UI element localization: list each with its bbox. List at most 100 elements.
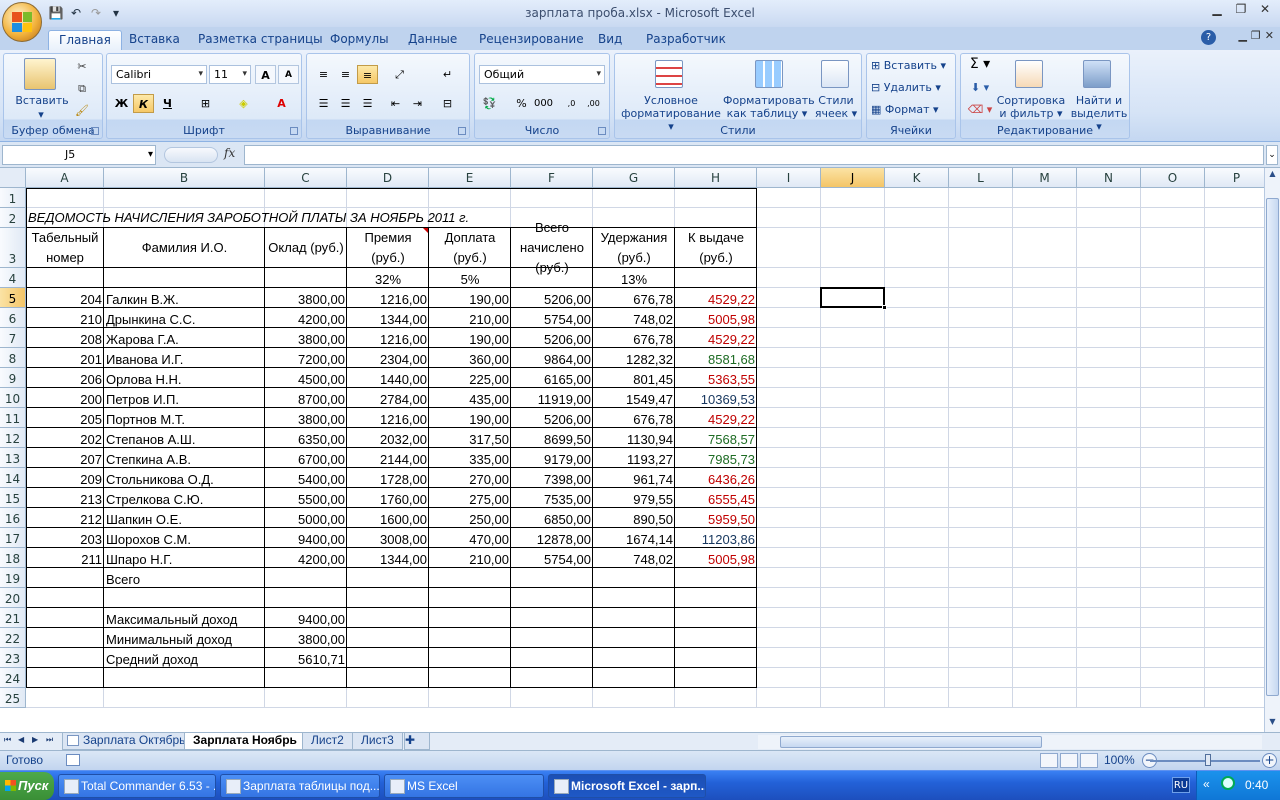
paste-icon[interactable] — [24, 58, 56, 90]
column-header-b[interactable]: B — [104, 168, 265, 188]
employee-id[interactable]: 202 — [26, 428, 104, 448]
employee-premium[interactable]: 3008,00 — [347, 528, 429, 548]
summary-label[interactable]: Минимальный доход — [104, 628, 265, 648]
row-header-25[interactable]: 25 — [0, 688, 26, 708]
column-header-m[interactable]: M — [1013, 168, 1077, 188]
column-header-d[interactable]: D — [347, 168, 429, 188]
tray-expand-icon[interactable]: « — [1203, 777, 1210, 791]
employee-payout[interactable]: 6555,45 — [675, 488, 757, 508]
summary-value[interactable]: 9400,00 — [265, 608, 347, 628]
row-header-23[interactable]: 23 — [0, 648, 26, 668]
employee-total[interactable]: 5206,00 — [511, 288, 593, 308]
employee-id[interactable]: 205 — [26, 408, 104, 428]
employee-premium[interactable]: 2304,00 — [347, 348, 429, 368]
row-header-13[interactable]: 13 — [0, 448, 26, 468]
first-sheet-icon[interactable]: ⏮ — [4, 735, 11, 745]
employee-premium[interactable]: 2784,00 — [347, 388, 429, 408]
employee-id[interactable]: 206 — [26, 368, 104, 388]
close-icon[interactable]: ✕ — [1254, 2, 1276, 20]
employee-deduction[interactable]: 676,78 — [593, 288, 675, 308]
employee-bonus[interactable]: 270,00 — [429, 468, 511, 488]
employee-payout[interactable]: 5005,98 — [675, 308, 757, 328]
fill-handle[interactable] — [882, 305, 887, 310]
insert-cells-button[interactable]: ⊞ Вставить ▾ — [871, 59, 955, 72]
scroll-down-icon[interactable]: ▼ — [1266, 717, 1279, 731]
summary-value[interactable]: 3800,00 — [265, 628, 347, 648]
zoom-slider-thumb[interactable] — [1205, 754, 1211, 766]
employee-deduction[interactable]: 1674,14 — [593, 528, 675, 548]
employee-salary[interactable]: 8700,00 — [265, 388, 347, 408]
task-microsoft-excel[interactable]: Microsoft Excel - зарп... — [548, 774, 706, 798]
sheet-title[interactable]: ВЕДОМОСТЬ НАЧИСЛЕНИЯ ЗАРОБОТНОЙ ПЛАТЫ ЗА… — [26, 208, 726, 228]
page-break-view-icon[interactable] — [1080, 753, 1098, 768]
employee-total[interactable]: 7398,00 — [511, 468, 593, 488]
employee-total[interactable]: 6165,00 — [511, 368, 593, 388]
employee-premium[interactable]: 2032,00 — [347, 428, 429, 448]
employee-bonus[interactable]: 190,00 — [429, 408, 511, 428]
employee-bonus[interactable]: 275,00 — [429, 488, 511, 508]
employee-salary[interactable]: 3800,00 — [265, 408, 347, 428]
employee-name[interactable]: Степкина А.В. — [104, 448, 265, 468]
copy-icon[interactable]: ⧉ — [74, 82, 90, 95]
employee-payout[interactable]: 4529,22 — [675, 328, 757, 348]
increase-decimal-icon[interactable]: ,0 — [561, 94, 582, 113]
column-header-p[interactable]: P — [1205, 168, 1264, 188]
employee-total[interactable]: 9864,00 — [511, 348, 593, 368]
employee-name[interactable]: Степанов А.Ш. — [104, 428, 265, 448]
employee-salary[interactable]: 5000,00 — [265, 508, 347, 528]
column-header-f[interactable]: F — [511, 168, 593, 188]
clear-icon[interactable]: ⌫ ▾ — [967, 103, 993, 116]
vertical-scroll-thumb[interactable] — [1266, 198, 1279, 696]
office-button[interactable] — [2, 2, 42, 42]
employee-name[interactable]: Дрынкина С.С. — [104, 308, 265, 328]
employee-premium[interactable]: 1216,00 — [347, 288, 429, 308]
employee-bonus[interactable]: 435,00 — [429, 388, 511, 408]
increase-font-icon[interactable]: A — [255, 65, 276, 84]
orientation-icon[interactable]: ⤢ — [389, 65, 410, 84]
format-as-table-button[interactable]: Форматировать как таблицу ▾ — [723, 94, 815, 120]
summary-value[interactable]: 5610,71 — [265, 648, 347, 668]
employee-payout[interactable]: 4529,22 — [675, 288, 757, 308]
format-cells-button[interactable]: ▦ Формат ▾ — [871, 103, 955, 116]
tab-formulas[interactable]: Формулы — [320, 30, 399, 50]
employee-total[interactable]: 7535,00 — [511, 488, 593, 508]
employee-name[interactable]: Петров И.П. — [104, 388, 265, 408]
format-as-table-icon[interactable] — [755, 60, 783, 88]
row-header-11[interactable]: 11 — [0, 408, 26, 428]
employee-name[interactable]: Портнов М.Т. — [104, 408, 265, 428]
fill-color-icon[interactable]: ◈ — [233, 94, 254, 113]
sheet-tab-november[interactable]: Зарплата Ноябрь — [184, 733, 306, 750]
summary-label[interactable]: Максимальный доход — [104, 608, 265, 628]
header-cell[interactable]: Фамилия И.О. — [104, 228, 265, 268]
tab-insert[interactable]: Вставка — [119, 30, 190, 50]
row-header-24[interactable]: 24 — [0, 668, 26, 688]
delete-cells-button[interactable]: ⊟ Удалить ▾ — [871, 81, 955, 94]
employee-deduction[interactable]: 748,02 — [593, 308, 675, 328]
tab-review[interactable]: Рецензирование — [469, 30, 594, 50]
employee-total[interactable]: 8699,50 — [511, 428, 593, 448]
row-header-12[interactable]: 12 — [0, 428, 26, 448]
employee-deduction[interactable]: 1549,47 — [593, 388, 675, 408]
employee-bonus[interactable]: 190,00 — [429, 288, 511, 308]
horizontal-scroll-thumb[interactable] — [780, 736, 1042, 748]
align-center-icon[interactable]: ☰ — [335, 94, 356, 113]
employee-name[interactable]: Галкин В.Ж. — [104, 288, 265, 308]
employee-deduction[interactable]: 1193,27 — [593, 448, 675, 468]
row-header-7[interactable]: 7 — [0, 328, 26, 348]
employee-salary[interactable]: 3800,00 — [265, 328, 347, 348]
column-header-j[interactable]: J — [821, 168, 885, 188]
employee-deduction[interactable]: 676,78 — [593, 328, 675, 348]
number-format-combo[interactable]: Общий — [479, 65, 605, 84]
percent-icon[interactable]: % — [511, 94, 532, 113]
employee-total[interactable]: 5754,00 — [511, 308, 593, 328]
employee-payout[interactable]: 10369,53 — [675, 388, 757, 408]
employee-premium[interactable]: 1216,00 — [347, 328, 429, 348]
row-header-15[interactable]: 15 — [0, 488, 26, 508]
employee-payout[interactable]: 7568,57 — [675, 428, 757, 448]
employee-deduction[interactable]: 961,74 — [593, 468, 675, 488]
task-salary-tables[interactable]: Зарплата таблицы под... — [220, 774, 380, 798]
header-cell[interactable]: Оклад (руб.) — [265, 228, 347, 268]
font-launcher-icon[interactable] — [290, 127, 298, 135]
employee-name[interactable]: Шапкин О.Е. — [104, 508, 265, 528]
employee-bonus[interactable]: 210,00 — [429, 308, 511, 328]
